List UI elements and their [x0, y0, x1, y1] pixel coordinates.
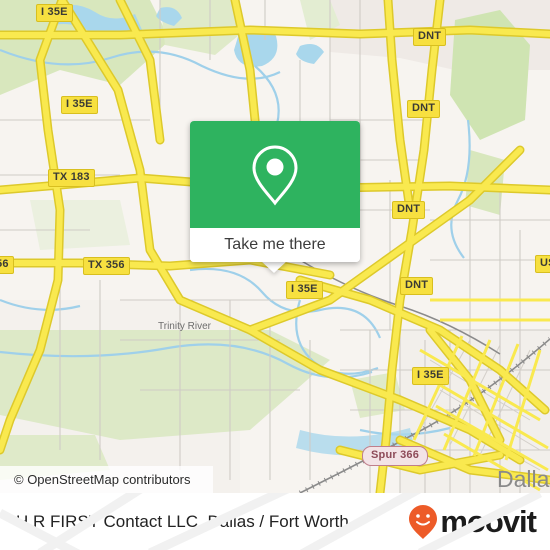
moovit-smiley-pin-icon — [409, 504, 438, 539]
take-me-there-card[interactable]: Take me there — [190, 121, 360, 262]
road-shield: TX 356 — [83, 257, 130, 275]
water-label: Trinity River — [158, 321, 211, 332]
road-shield: I 35E — [286, 281, 323, 299]
road-shield: I 35E — [61, 96, 98, 114]
road-shield: I 35E — [412, 367, 449, 385]
take-me-there-button[interactable]: Take me there — [190, 228, 360, 262]
take-me-there-label: Take me there — [224, 236, 326, 253]
map-pin-icon — [252, 144, 298, 205]
map-attribution[interactable]: © OpenStreetMap contributors — [0, 466, 213, 493]
road-shield: I 35E — [36, 4, 73, 22]
map-attribution-text: © OpenStreetMap contributors — [14, 472, 191, 487]
road-shield: TX 183 — [48, 169, 95, 187]
road-shield: Spur 366 — [362, 446, 429, 466]
road-shield: DNT — [392, 201, 426, 219]
road-shield: DNT — [407, 100, 441, 118]
location-title: H R FIRST Contact LLC, Dallas / Fort Wor… — [16, 511, 349, 531]
city-label: Dalla — [497, 466, 550, 492]
page-footer: H R FIRST Contact LLC, Dallas / Fort Wor… — [0, 493, 550, 550]
moovit-logo[interactable]: moovit — [408, 504, 537, 540]
moovit-station-map-screen: I 35E I 35E TX 183 56 TX 356 DNT DNT DNT… — [0, 0, 550, 550]
popup-tail — [261, 261, 287, 273]
road-shield: US — [535, 255, 550, 273]
card-header — [190, 121, 360, 228]
road-shield: DNT — [413, 28, 447, 46]
road-shield: DNT — [400, 277, 434, 295]
road-shield: 56 — [0, 256, 14, 274]
moovit-wordmark: moovit — [440, 504, 537, 539]
